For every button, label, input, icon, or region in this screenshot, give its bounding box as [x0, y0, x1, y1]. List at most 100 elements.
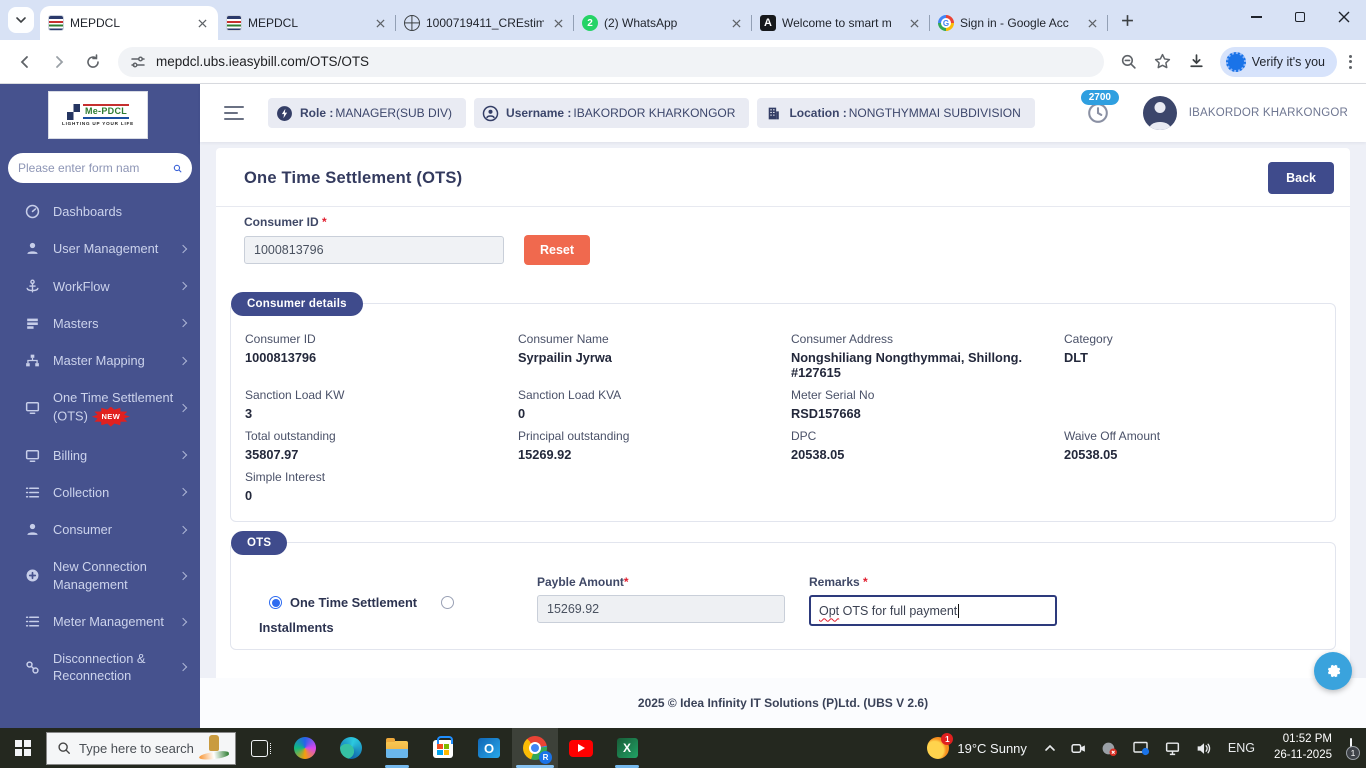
remarks-input[interactable]: Opt OTS for full payment: [809, 595, 1057, 626]
tab-close-icon[interactable]: [550, 15, 566, 31]
building-icon: [769, 107, 780, 119]
tab-title: MEPDCL: [70, 16, 121, 30]
url-text[interactable]: mepdcl.ubs.ieasybill.com/OTS/OTS: [156, 54, 369, 69]
tab-close-icon[interactable]: [194, 15, 210, 31]
microsoft-store-icon[interactable]: [420, 728, 466, 768]
tab-close-icon[interactable]: [728, 15, 744, 31]
edge-icon[interactable]: [328, 728, 374, 768]
sidebar-item-billing[interactable]: Billing: [0, 437, 200, 474]
sidebar-item-collection[interactable]: Collection: [0, 474, 200, 511]
meet-now-icon[interactable]: [1063, 728, 1094, 768]
mepdcl-favicon: [226, 15, 242, 31]
sidebar-item-consumer[interactable]: Consumer: [0, 511, 200, 548]
taskbar-clock[interactable]: 01:52 PM 26-11-2025: [1264, 732, 1342, 763]
detail-field: Category DLT: [1064, 332, 1113, 365]
tab-crestim[interactable]: 1000719411_CREstim: [396, 6, 574, 40]
excel-icon[interactable]: X: [604, 728, 650, 768]
sidebar-item-dashboards[interactable]: Dashboards: [0, 193, 200, 230]
sidebar-item-new-connection[interactable]: New Connection Management: [0, 548, 200, 603]
cast-icon[interactable]: [1125, 728, 1157, 768]
start-button[interactable]: [0, 728, 46, 768]
settings-fab[interactable]: [1314, 652, 1352, 690]
site-settings-icon[interactable]: [130, 54, 146, 70]
window-close-button[interactable]: [1322, 0, 1366, 34]
weather-widget[interactable]: 1 19°C Sunny: [917, 728, 1037, 768]
task-view-button[interactable]: [236, 728, 282, 768]
hidden-icons-chevron[interactable]: [1037, 728, 1063, 768]
new-tab-button[interactable]: [1114, 7, 1140, 33]
chevron-right-icon: [178, 663, 188, 672]
sidebar-item-meter-management[interactable]: Meter Management: [0, 603, 200, 640]
sidebar-item-masters[interactable]: Masters: [0, 305, 200, 342]
username-icon: [482, 105, 499, 121]
sun-icon: 1: [927, 733, 954, 759]
sitemap-icon: [26, 354, 39, 367]
google-icon: G: [938, 15, 954, 31]
chevron-right-icon: [178, 281, 188, 291]
download-icon[interactable]: [1182, 47, 1212, 77]
tab-close-icon[interactable]: [906, 15, 922, 31]
verify-its-you-button[interactable]: Verify it's you: [1219, 46, 1337, 77]
reload-icon[interactable]: [78, 47, 108, 77]
payable-amount-input[interactable]: [537, 595, 785, 623]
search-icon[interactable]: [173, 161, 182, 176]
back-button[interactable]: Back: [1268, 162, 1334, 194]
detail-field: Simple Interest 0: [245, 470, 326, 503]
bookmark-star-icon[interactable]: [1148, 47, 1178, 77]
tab-whatsapp[interactable]: 2 (2) WhatsApp: [574, 6, 752, 40]
form-search-input[interactable]: [18, 161, 173, 175]
hamburger-icon[interactable]: [224, 106, 244, 120]
chevron-right-icon: [178, 617, 188, 626]
link-icon: [26, 661, 39, 674]
outlook-icon[interactable]: O: [466, 728, 512, 768]
tab-close-icon[interactable]: [372, 15, 388, 31]
chevron-right-icon: [178, 450, 188, 460]
logo-mark: [66, 103, 80, 120]
globe-icon: [404, 15, 420, 31]
sidebar-item-user-management[interactable]: User Management: [0, 230, 200, 267]
chevron-right-icon: [178, 525, 188, 534]
browser-menu-icon[interactable]: [1343, 49, 1358, 75]
taskbar-search[interactable]: Type here to search: [46, 731, 236, 765]
sidebar-item-clipped[interactable]: [0, 695, 200, 715]
profile-name[interactable]: IBAKORDOR KHARKONGOR: [1189, 107, 1348, 119]
back-icon[interactable]: [10, 47, 40, 77]
tab-title: MEPDCL: [248, 16, 299, 30]
detail-field: Principal outstanding 15269.92: [518, 429, 630, 462]
notification-center[interactable]: 1: [1342, 738, 1366, 760]
tab-google-signin[interactable]: G Sign in - Google Acc: [930, 6, 1108, 40]
tab-close-icon[interactable]: [1084, 15, 1100, 31]
language-indicator[interactable]: ENG: [1219, 728, 1264, 768]
sidebar-item-ots[interactable]: One Time Settlement (OTS) NEW: [0, 379, 200, 436]
volume-icon[interactable]: [1188, 728, 1219, 768]
monitor-icon: [25, 402, 40, 415]
youtube-icon[interactable]: [558, 728, 604, 768]
settlement-type-radio-group: One Time Settlement Installments: [245, 567, 475, 635]
audio-muted-icon[interactable]: [1094, 728, 1125, 768]
radio-one-time-settlement[interactable]: [269, 596, 282, 609]
avatar[interactable]: [1142, 96, 1177, 130]
file-explorer-icon[interactable]: [374, 728, 420, 768]
sidebar-item-disconnection[interactable]: Disconnection & Reconnection: [0, 640, 200, 695]
consumer-id-input[interactable]: [244, 236, 504, 264]
copilot-icon[interactable]: [282, 728, 328, 768]
network-icon[interactable]: [1157, 728, 1188, 768]
window-minimize-button[interactable]: [1234, 0, 1278, 34]
form-search-box[interactable]: [8, 153, 192, 183]
address-bar[interactable]: mepdcl.ubs.ieasybill.com/OTS/OTS: [118, 46, 1104, 77]
sidebar-item-workflow[interactable]: WorkFlow: [0, 268, 200, 305]
tab-search-button[interactable]: [8, 7, 34, 33]
sidebar-item-master-mapping[interactable]: Master Mapping: [0, 342, 200, 379]
window-maximize-button[interactable]: [1278, 0, 1322, 34]
tab-smart-meter[interactable]: A Welcome to smart m: [752, 6, 930, 40]
zoom-icon[interactable]: [1114, 47, 1144, 77]
chrome-icon[interactable]: R: [512, 728, 558, 768]
browser-tabstrip: MEPDCL MEPDCL 1000719411_CREstim 2 (2) W…: [0, 0, 1366, 40]
tab-mepdcl-2[interactable]: MEPDCL: [218, 6, 396, 40]
forward-icon[interactable]: [44, 47, 74, 77]
reset-button[interactable]: Reset: [524, 235, 591, 265]
list-icon: [25, 487, 40, 498]
tab-mepdcl-1[interactable]: MEPDCL: [40, 6, 218, 40]
taskbar-search-placeholder: Type here to search: [79, 740, 194, 756]
radio-installments[interactable]: [441, 596, 455, 609]
